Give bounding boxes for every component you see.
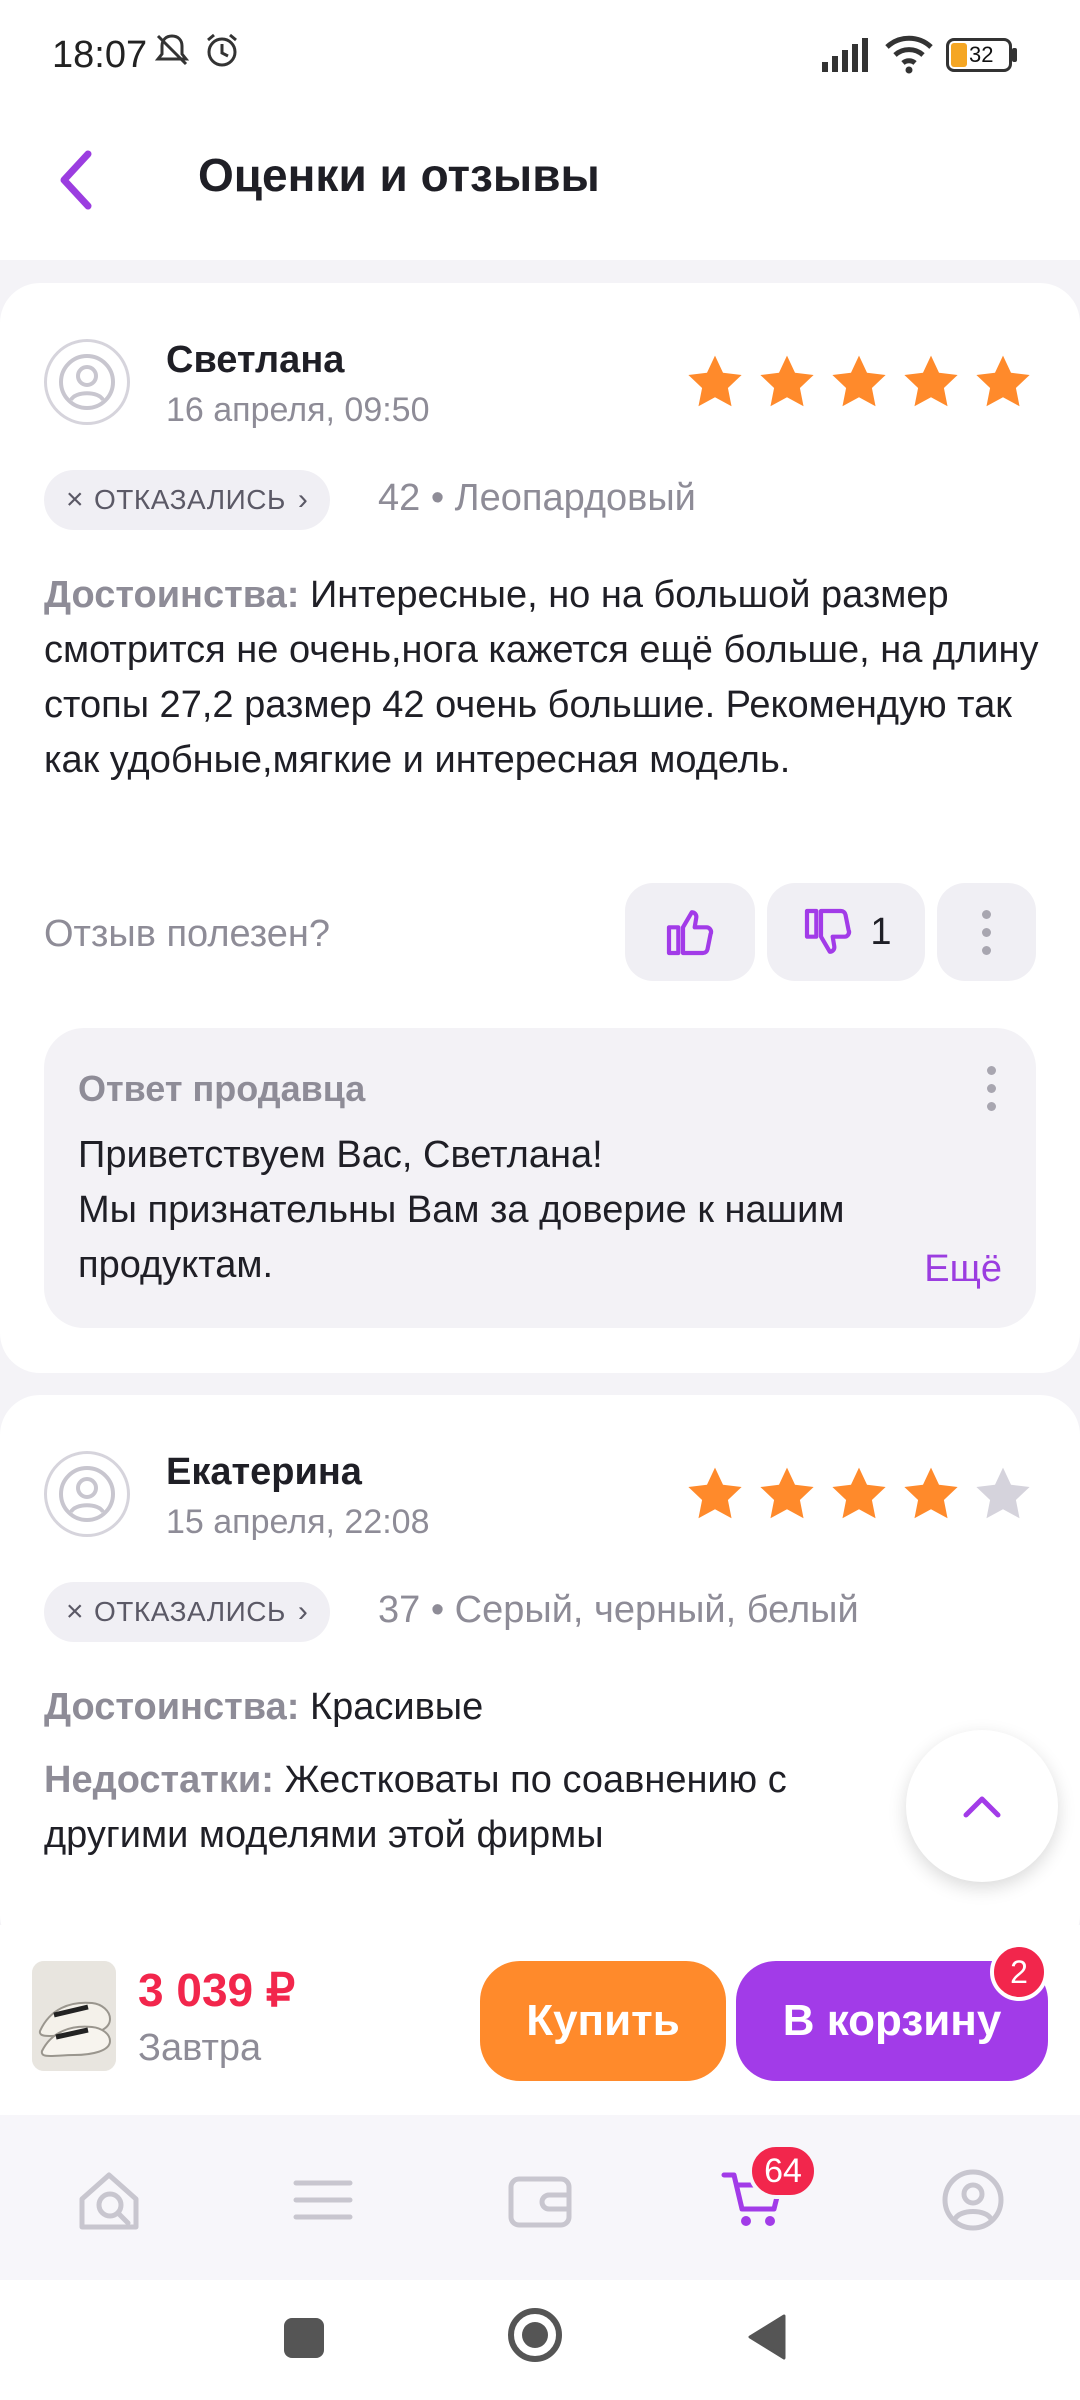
scroll-top-button[interactable] [906, 1730, 1058, 1882]
system-nav-bar [0, 2280, 1080, 2400]
app-bar: Оценки и отзывы [0, 110, 1080, 260]
alarm-icon [207, 33, 237, 67]
more-vert-icon [982, 909, 991, 955]
avatar-icon [44, 339, 130, 425]
star-icon [760, 355, 814, 407]
review-date: 16 апреля, 09:50 [166, 391, 430, 429]
product-thumbnail[interactable] [32, 1961, 116, 2071]
recents-icon[interactable] [284, 2318, 324, 2358]
wallet-icon[interactable] [505, 2165, 575, 2235]
battery-level: 32 [969, 42, 994, 67]
reviewer-name: Екатерина [166, 1451, 362, 1493]
thumb-up-icon [666, 910, 714, 956]
seller-reply: Ответ продавца Приветствуем Вас, Светлан… [44, 1028, 1036, 1328]
star-icon [832, 1467, 886, 1519]
status-chip[interactable]: × ОТКАЗАЛИСЬ › [44, 1582, 331, 1642]
star-icon [688, 355, 742, 407]
review-card: Светлана 16 апреля, 09:50 × ОТКАЗАЛИСЬ ›… [0, 283, 1080, 1373]
delivery-date: Завтра [138, 2027, 262, 2069]
page-title: Оценки и отзывы [198, 149, 600, 201]
star-empty-icon [976, 1467, 1030, 1519]
review-cons: Недостатки: Жестковаты по соавнению с др… [44, 1753, 904, 1863]
bell-off-icon [154, 34, 190, 66]
menu-icon[interactable] [288, 2165, 358, 2235]
seller-reply-title: Ответ продавца [78, 1068, 366, 1109]
status-chip-label: ОТКАЗАЛИСЬ [94, 484, 286, 515]
thumb-down-icon [805, 908, 852, 954]
star-icon [904, 355, 958, 407]
wifi-icon [885, 35, 933, 74]
chevron-right-icon: › [297, 1595, 309, 1628]
rating-stars [684, 351, 1034, 413]
close-icon: × [66, 1595, 85, 1628]
star-icon [760, 1467, 814, 1519]
more-options-button[interactable] [937, 883, 1036, 981]
useful-question: Отзыв полезен? [44, 913, 331, 955]
pros-text: Красивые [309, 1686, 484, 1728]
status-chip[interactable]: × ОТКАЗАЛИСЬ › [44, 470, 331, 530]
review-pros: Достоинства: Красивые [44, 1680, 1044, 1735]
seller-reply-line-1: Приветствуем Вас, Светлана! [78, 1134, 603, 1176]
dislike-count: 1 [870, 910, 892, 953]
star-icon [688, 1467, 742, 1519]
seller-reply-line-2: Мы признательны Вам за доверие к нашим п… [78, 1189, 845, 1286]
buy-bar: 3 039 ₽ Завтра Купить В корзину 2 [0, 1925, 1080, 2115]
review-pros: Достоинства: Интересные, но на большой р… [44, 568, 1044, 788]
home-icon[interactable] [508, 2308, 562, 2362]
search-icon[interactable] [74, 2165, 144, 2235]
pros-label: Достоинства: [44, 1686, 300, 1728]
review-date: 15 апреля, 22:08 [166, 1503, 430, 1541]
like-button[interactable] [625, 883, 755, 981]
avatar-icon [44, 1451, 130, 1537]
chevron-up-icon [963, 1796, 1001, 1818]
reviewer-name: Светлана [166, 339, 345, 381]
close-icon: × [66, 483, 85, 516]
cons-label: Недостатки: [44, 1759, 274, 1801]
signal-icon [822, 38, 868, 72]
more-vert-icon[interactable] [987, 1066, 996, 1111]
buy-button[interactable]: Купить [480, 1961, 726, 2081]
variant-info: 42 • Леопардовый [378, 477, 696, 519]
status-bar: 18:07 32 [0, 0, 1080, 110]
back-nav-icon[interactable] [744, 2312, 788, 2362]
dislike-button[interactable]: 1 [767, 883, 925, 981]
status-chip-label: ОТКАЗАЛИСЬ [94, 1596, 286, 1627]
star-icon [832, 355, 886, 407]
cart-tab-badge: 64 [748, 2143, 818, 2199]
status-time: 18:07 [52, 34, 148, 76]
chevron-right-icon: › [297, 483, 309, 516]
variant-info: 37 • Серый, черный, белый [378, 1589, 859, 1631]
review-card: Екатерина 15 апреля, 22:08 × ОТКАЗАЛИСЬ … [0, 1395, 1080, 1955]
star-icon [904, 1467, 958, 1519]
battery-tip [1012, 48, 1017, 62]
rating-stars [684, 1463, 1034, 1525]
pros-label: Достоинства: [44, 574, 300, 616]
star-icon [976, 355, 1030, 407]
seller-reply-text: Приветствуем Вас, Светлана! Мы признател… [78, 1128, 978, 1293]
battery-icon: 32 [946, 38, 1012, 72]
read-more-link[interactable]: Ещё [924, 1248, 1002, 1291]
cart-quantity-badge: 2 [990, 1943, 1048, 2001]
bottom-tab-bar: 64 [0, 2115, 1080, 2280]
back-icon[interactable] [48, 140, 108, 220]
product-price: 3 039 ₽ [138, 1964, 296, 2016]
profile-icon[interactable] [938, 2165, 1008, 2235]
